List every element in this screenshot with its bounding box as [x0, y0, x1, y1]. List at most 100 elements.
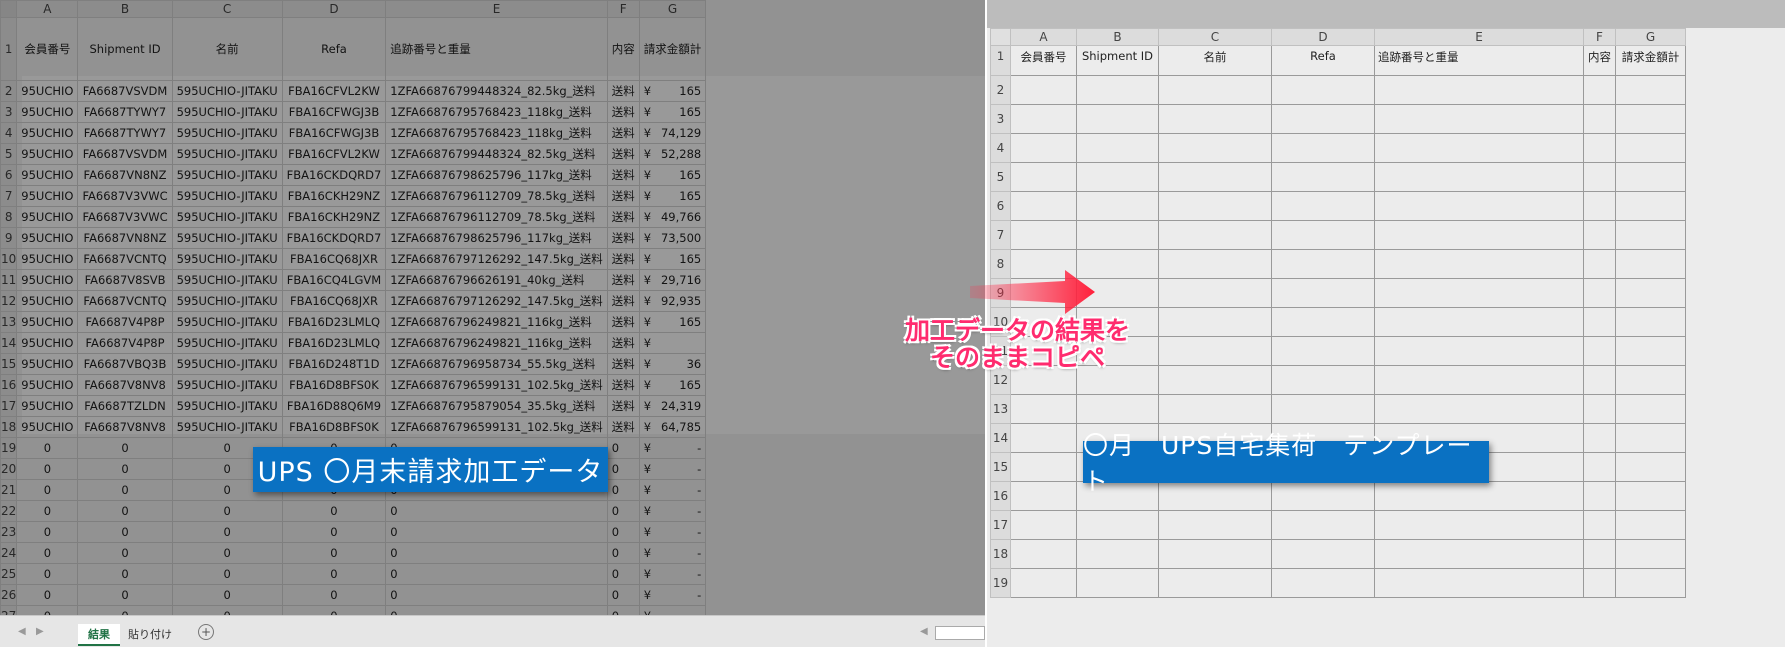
cell-g[interactable]: ¥-	[638, 584, 707, 606]
cell-b[interactable]: FA6687TYWY7	[77, 101, 173, 123]
cell-g[interactable]: ¥73,500	[638, 227, 707, 249]
empty-cell[interactable]	[1010, 394, 1077, 424]
row-number[interactable]: 13	[990, 394, 1011, 424]
cell-c[interactable]: 595UCHIO-JITAKU	[171, 416, 283, 438]
cell-c[interactable]: 0	[171, 500, 283, 522]
cell-d[interactable]: FBA16D23LMLQ	[281, 311, 387, 333]
empty-cell[interactable]	[1615, 568, 1686, 598]
cell-d[interactable]: FBA16CKH29NZ	[281, 185, 387, 207]
cell-g[interactable]: ¥	[638, 332, 707, 354]
cell-d[interactable]: 0	[281, 500, 387, 522]
row-number[interactable]: 23	[0, 521, 18, 543]
cell-c[interactable]: 595UCHIO-JITAKU	[171, 227, 283, 249]
cell-a[interactable]: 95UCHIO	[16, 101, 79, 123]
cell-f[interactable]: 送料	[606, 353, 640, 375]
empty-cell[interactable]	[1271, 104, 1375, 134]
empty-cell[interactable]	[1615, 510, 1686, 540]
row-number[interactable]: 8	[0, 206, 18, 228]
cell-f[interactable]: 送料	[606, 311, 640, 333]
cell-b[interactable]: 0	[77, 458, 173, 480]
row-number[interactable]: 12	[0, 290, 18, 312]
cell-g[interactable]: ¥-	[638, 437, 707, 459]
row-number[interactable]: 1	[990, 45, 1011, 76]
empty-cell[interactable]	[1583, 133, 1616, 163]
empty-cell[interactable]	[1583, 394, 1616, 424]
row-number[interactable]: 13	[0, 311, 18, 333]
cell-e[interactable]: 0	[385, 542, 608, 564]
cell-g[interactable]: ¥24,319	[638, 395, 707, 417]
cell-a[interactable]: 95UCHIO	[16, 332, 79, 354]
empty-cell[interactable]	[1374, 307, 1584, 337]
cell-c[interactable]: 595UCHIO-JITAKU	[171, 164, 283, 186]
cell-d[interactable]: FBA16CKDQRD7	[281, 164, 387, 186]
empty-cell[interactable]	[1076, 162, 1159, 192]
cell-c[interactable]: 595UCHIO-JITAKU	[171, 332, 283, 354]
header-cell[interactable]: 会員番号	[16, 17, 79, 81]
row-number[interactable]: 4	[0, 122, 18, 144]
cell-d[interactable]: FBA16D88Q6M9	[281, 395, 387, 417]
cell-a[interactable]: 95UCHIO	[16, 311, 79, 333]
cell-f[interactable]: 送料	[606, 227, 640, 249]
right-header-cell[interactable]: 名前	[1158, 45, 1272, 76]
cell-d[interactable]: FBA16D248T1D	[281, 353, 387, 375]
cell-d[interactable]: 0	[281, 584, 387, 606]
cell-b[interactable]: FA6687V8SVB	[77, 269, 173, 291]
empty-cell[interactable]	[1583, 162, 1616, 192]
cell-b[interactable]: FA6687TYWY7	[77, 122, 173, 144]
right-column-header-g[interactable]: G	[1615, 28, 1686, 46]
empty-cell[interactable]	[1010, 568, 1077, 598]
cell-g[interactable]: ¥165	[638, 374, 707, 396]
empty-cell[interactable]	[1374, 568, 1584, 598]
empty-cell[interactable]	[1158, 278, 1272, 308]
empty-cell[interactable]	[1615, 394, 1686, 424]
row-number[interactable]: 25	[0, 563, 18, 585]
empty-cell[interactable]	[1615, 307, 1686, 337]
cell-f[interactable]: 送料	[606, 290, 640, 312]
prev-sheet-icon[interactable]: ◀	[18, 626, 26, 637]
empty-cell[interactable]	[1076, 104, 1159, 134]
empty-cell[interactable]	[1271, 75, 1375, 105]
row-number[interactable]: 2	[0, 80, 18, 102]
cell-f[interactable]: 送料	[606, 248, 640, 270]
empty-cell[interactable]	[1158, 220, 1272, 250]
cell-g[interactable]: ¥165	[638, 101, 707, 123]
right-column-header-a[interactable]: A	[1010, 28, 1077, 46]
cell-a[interactable]: 95UCHIO	[16, 374, 79, 396]
cell-g[interactable]: ¥74,129	[638, 122, 707, 144]
tab-paste[interactable]: 貼り付け	[118, 624, 182, 644]
empty-cell[interactable]	[1374, 336, 1584, 366]
cell-e[interactable]: 1ZFA66876795879054_35.5kg_送料	[385, 395, 608, 417]
cell-a[interactable]: 95UCHIO	[16, 185, 79, 207]
empty-cell[interactable]	[1076, 394, 1159, 424]
cell-g[interactable]: ¥165	[638, 311, 707, 333]
empty-cell[interactable]	[1374, 104, 1584, 134]
cell-a[interactable]: 0	[16, 542, 79, 564]
empty-cell[interactable]	[1583, 336, 1616, 366]
cell-e[interactable]: 1ZFA66876796958734_55.5kg_送料	[385, 353, 608, 375]
cell-f[interactable]: 0	[606, 521, 640, 543]
cell-b[interactable]: 0	[77, 584, 173, 606]
right-header-cell[interactable]: 内容	[1583, 45, 1616, 76]
empty-cell[interactable]	[1583, 452, 1616, 482]
cell-f[interactable]: 送料	[606, 332, 640, 354]
empty-cell[interactable]	[1076, 75, 1159, 105]
right-column-header-b[interactable]: B	[1076, 28, 1159, 46]
cell-g[interactable]: ¥64,785	[638, 416, 707, 438]
cell-a[interactable]: 0	[16, 458, 79, 480]
empty-cell[interactable]	[1583, 75, 1616, 105]
empty-cell[interactable]	[1271, 220, 1375, 250]
empty-cell[interactable]	[1158, 249, 1272, 279]
cell-f[interactable]: 送料	[606, 101, 640, 123]
empty-cell[interactable]	[1158, 307, 1272, 337]
cell-b[interactable]: FA6687V8NV8	[77, 374, 173, 396]
cell-d[interactable]: FBA16D23LMLQ	[281, 332, 387, 354]
empty-cell[interactable]	[1615, 133, 1686, 163]
cell-a[interactable]: 0	[16, 584, 79, 606]
cell-f[interactable]: 0	[606, 563, 640, 585]
cell-d[interactable]: FBA16D8BFS0K	[281, 416, 387, 438]
add-sheet-button[interactable]: +	[198, 624, 214, 640]
empty-cell[interactable]	[1076, 568, 1159, 598]
cell-a[interactable]: 0	[16, 500, 79, 522]
empty-cell[interactable]	[1010, 104, 1077, 134]
cell-g[interactable]: ¥52,288	[638, 143, 707, 165]
